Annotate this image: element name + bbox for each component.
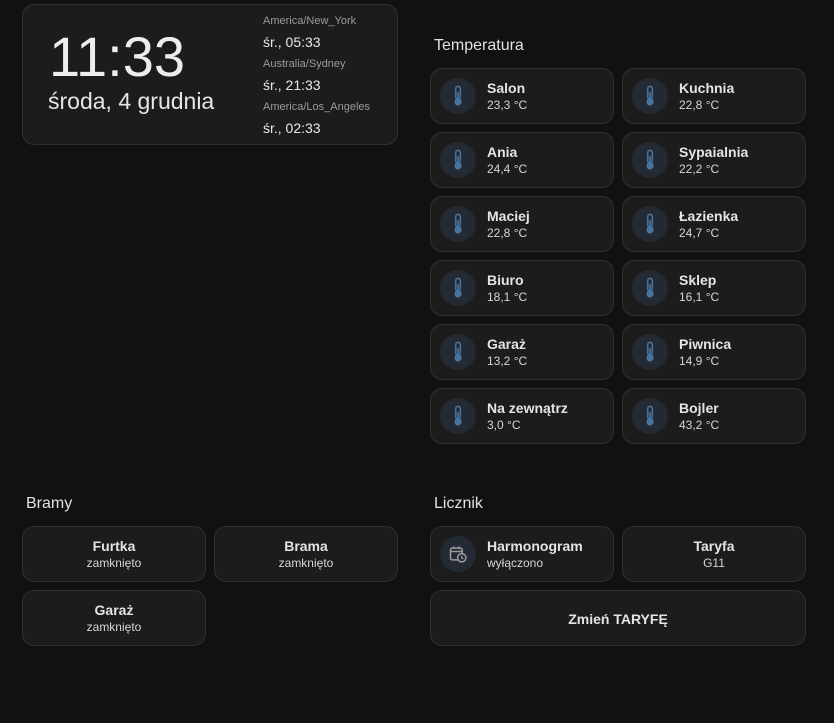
sensor-name: Bojler <box>679 400 719 416</box>
sensor-name: Salon <box>487 80 526 96</box>
temperature-tile[interactable]: Kuchnia 22,8 °C <box>622 68 806 124</box>
sensor-value: 3,0 °C <box>487 418 521 432</box>
clock-time: 11:33 <box>49 25 185 88</box>
timezone-time: śr., 21:33 <box>263 77 321 93</box>
temperature-tile[interactable]: Salon 23,3 °C <box>430 68 614 124</box>
timezone-list: America/New_York śr., 05:33 Australia/Sy… <box>263 15 370 144</box>
clock-date: środa, 4 grudnia <box>48 88 215 114</box>
temperature-tile[interactable]: Biuro 18,1 °C <box>430 260 614 316</box>
taryfa-value: G11 <box>703 556 725 570</box>
sensor-name: Sklep <box>679 272 717 288</box>
timezone-entry: America/New_York śr., 05:33 <box>263 15 370 58</box>
sensor-name: Sypaialnia <box>679 144 749 160</box>
gate-tile-brama[interactable]: Brama zamknięto <box>214 526 398 582</box>
sensor-value: 22,8 °C <box>679 98 720 112</box>
thermometer-icon <box>632 270 668 306</box>
thermometer-icon <box>440 334 476 370</box>
gate-name: Furtka <box>92 538 136 554</box>
temperature-tile[interactable]: Maciej 22,8 °C <box>430 196 614 252</box>
sensor-value: 43,2 °C <box>679 418 720 432</box>
sensor-name: Piwnica <box>679 336 732 352</box>
sensor-value: 23,3 °C <box>487 98 528 112</box>
temperature-tile[interactable]: Ania 24,4 °C <box>430 132 614 188</box>
sensor-name: Maciej <box>487 208 530 224</box>
gate-name: Brama <box>284 538 328 554</box>
sensor-value: 13,2 °C <box>487 354 528 368</box>
thermometer-icon <box>632 334 668 370</box>
temperature-tile[interactable]: Piwnica 14,9 °C <box>622 324 806 380</box>
sensor-value: 24,7 °C <box>679 226 720 240</box>
thermometer-icon <box>440 206 476 242</box>
taryfa-name: Taryfa <box>693 538 735 554</box>
temperature-tile[interactable]: Łazienka 24,7 °C <box>622 196 806 252</box>
sensor-name: Kuchnia <box>679 80 735 96</box>
sensor-value: 16,1 °C <box>679 290 720 304</box>
gate-state: zamknięto <box>86 556 142 570</box>
thermometer-icon <box>632 206 668 242</box>
harmonogram-tile[interactable]: Harmonogram wyłączono <box>430 526 614 582</box>
timezone-name: Australia/Sydney <box>263 58 346 70</box>
gate-name: Garaż <box>94 602 134 618</box>
timezone-name: America/Los_Angeles <box>263 101 371 113</box>
sensor-value: 14,9 °C <box>679 354 720 368</box>
sensor-value: 24,4 °C <box>487 162 528 176</box>
sensor-name: Biuro <box>487 272 524 288</box>
sensor-name: Ania <box>487 144 518 160</box>
thermometer-icon <box>440 78 476 114</box>
sensor-name: Łazienka <box>679 208 739 224</box>
sensor-value: 18,1 °C <box>487 290 528 304</box>
sensor-value: 22,2 °C <box>679 162 720 176</box>
thermometer-icon <box>632 398 668 434</box>
temperature-tile[interactable]: Na zewnątrz 3,0 °C <box>430 388 614 444</box>
sensor-name: Na zewnątrz <box>487 400 568 416</box>
timezone-entry: Australia/Sydney śr., 21:33 <box>263 58 370 101</box>
sensor-value: 22,8 °C <box>487 226 528 240</box>
gate-tile-garaz[interactable]: Garaż zamknięto <box>22 590 206 646</box>
temperature-tile[interactable]: Sklep 16,1 °C <box>622 260 806 316</box>
calendar-clock-icon <box>440 536 476 572</box>
harmonogram-name: Harmonogram <box>487 538 583 554</box>
thermometer-icon <box>440 270 476 306</box>
zmien-taryfe-label: Zmień TARYFĘ <box>568 611 668 627</box>
thermometer-icon <box>440 398 476 434</box>
clock-card: 11:33 środa, 4 grudnia America/New_York … <box>22 4 398 145</box>
timezone-time: śr., 05:33 <box>263 34 321 50</box>
sensor-name: Garaż <box>487 336 526 352</box>
harmonogram-state: wyłączono <box>487 556 544 570</box>
temperature-tile[interactable]: Sypaialnia 22,2 °C <box>622 132 806 188</box>
gate-state: zamknięto <box>86 620 142 634</box>
taryfa-tile[interactable]: Taryfa G11 <box>622 526 806 582</box>
gate-tile-furtka[interactable]: Furtka zamknięto <box>22 526 206 582</box>
thermometer-icon <box>632 142 668 178</box>
timezone-time: śr., 02:33 <box>263 120 321 136</box>
section-title-bramy: Bramy <box>26 495 73 512</box>
gate-state: zamknięto <box>278 556 334 570</box>
temperature-tile[interactable]: Bojler 43,2 °C <box>622 388 806 444</box>
thermometer-icon <box>440 142 476 178</box>
thermometer-icon <box>632 78 668 114</box>
zmien-taryfe-button[interactable]: Zmień TARYFĘ <box>430 590 806 646</box>
timezone-entry: America/Los_Angeles śr., 02:33 <box>263 101 370 144</box>
section-title-temperatura: Temperatura <box>434 37 524 54</box>
section-title-licznik: Licznik <box>434 495 483 512</box>
temperature-tile[interactable]: Garaż 13,2 °C <box>430 324 614 380</box>
timezone-name: America/New_York <box>263 15 357 27</box>
